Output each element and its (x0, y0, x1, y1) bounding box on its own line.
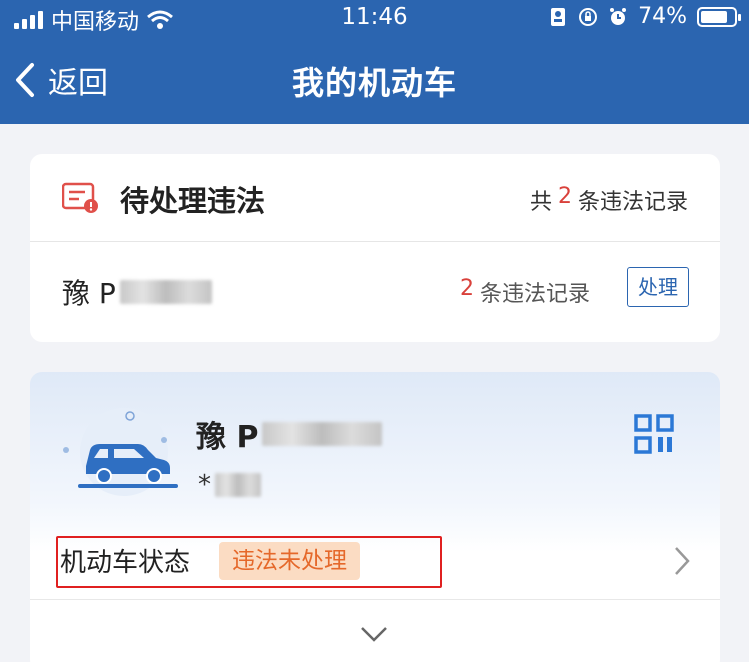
status-bar: 中国移动 11:46 74% (0, 0, 749, 35)
battery-percent: 74% (638, 4, 687, 29)
battery-icon (697, 6, 741, 27)
summary-prefix: 共 (529, 190, 552, 215)
chevron-down-icon[interactable] (360, 626, 388, 642)
pending-header: 待处理违法 共 2 条违法记录 (30, 154, 720, 242)
vehicle-sub-prefix: * (198, 470, 211, 500)
vehicle-plate-prefix: 豫 P (196, 420, 259, 455)
car-icon (63, 408, 178, 496)
pending-plate-row[interactable]: 豫 P 2 条违法记录 处理 (30, 242, 720, 342)
handle-button[interactable]: 处理 (627, 267, 689, 307)
pending-summary: 共 2 条违法记录 (530, 184, 688, 216)
qr-code-icon[interactable] (634, 414, 674, 454)
pending-title: 待处理违法 (120, 184, 266, 218)
plate-violation-count: 2 条违法记录 (460, 276, 590, 308)
summary-count: 2 (557, 184, 572, 209)
header: 中国移动 11:46 74% 返回 我的机动车 (0, 0, 749, 124)
page-title: 我的机动车 (291, 64, 457, 102)
annotation-highlight (56, 536, 442, 588)
chevron-right-icon (675, 547, 690, 575)
summary-suffix: 条违法记录 (577, 190, 688, 215)
plate-prefix: 豫 P (62, 277, 116, 310)
id-card-icon (551, 7, 566, 26)
plate-redacted (119, 280, 212, 304)
pending-violations-card: 待处理违法 共 2 条违法记录 豫 P 2 条违法记录 处理 (30, 154, 720, 342)
vehicle-sub-redacted (215, 473, 261, 497)
vehicle-card: 豫 P * 机动车状态 违法未处理 (30, 372, 720, 662)
vehicle-plate-redacted (262, 422, 383, 446)
plate-number: 豫 P (62, 272, 212, 312)
plate-count-suffix: 条违法记录 (480, 282, 591, 307)
violation-ticket-icon (62, 182, 98, 213)
alarm-icon (610, 7, 627, 25)
nav-bar: 返回 我的机动车 (0, 44, 749, 116)
plate-count-number: 2 (460, 276, 474, 301)
rotation-lock-icon (579, 7, 598, 26)
vehicle-subtitle: * (198, 470, 261, 500)
status-right: 74% (548, 4, 741, 29)
vehicle-plate: 豫 P (196, 412, 383, 456)
